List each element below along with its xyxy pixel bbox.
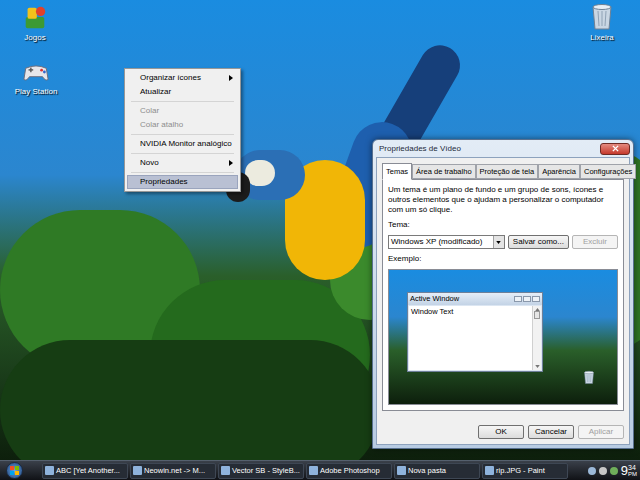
theme-button[interactable]: Salvar como... <box>508 235 569 249</box>
windows-logo-icon <box>10 466 19 475</box>
preview-scrollbar <box>532 306 541 371</box>
submenu-arrow-icon <box>229 160 233 166</box>
desktop-icon-label: Play Station <box>15 86 58 98</box>
desktop-icon[interactable]: Lixeira <box>582 2 622 44</box>
task-icon <box>485 466 494 475</box>
task-list: ABC [Yet Another...Neowin.net -> M...Vec… <box>42 463 568 479</box>
start-button[interactable] <box>6 462 23 479</box>
recycle-bin-icon <box>583 370 595 384</box>
menu-item[interactable]: Atualizar <box>127 85 238 99</box>
preview-max-button <box>523 296 531 302</box>
task-icon <box>133 466 142 475</box>
task-button[interactable]: Adobe Photoshop <box>306 463 392 479</box>
theme-row: Windows XP (modificado)Salvar como...Exc… <box>388 235 618 249</box>
task-icon <box>397 466 406 475</box>
tab-bar: TemasÁrea de trabalhoProteção de telaApa… <box>382 163 624 179</box>
task-icon <box>221 466 230 475</box>
preview-title-bar: Active Window <box>408 293 542 304</box>
games-icon <box>22 4 48 30</box>
preview-window-body: Window Text <box>409 306 541 371</box>
menu-separator <box>131 134 234 135</box>
menu-group: Novo <box>127 151 238 170</box>
clock[interactable]: 934PM <box>621 464 637 478</box>
preview-label: Exemplo: <box>388 253 618 265</box>
task-button[interactable]: Vector SB - StyleB... <box>218 463 304 479</box>
tray-icon[interactable] <box>588 467 596 475</box>
title-bar[interactable]: Propriedades de Vídeo <box>376 140 630 157</box>
task-button[interactable]: Neowin.net -> M... <box>130 463 216 479</box>
desktop-icon-label: Jogos <box>24 32 45 44</box>
preview-window: Active Window Window Text <box>407 292 543 372</box>
dialog-buttons: OK Cancelar Aplicar <box>382 411 624 439</box>
theme-button[interactable]: Excluir <box>572 235 618 249</box>
gamepad-icon <box>22 60 50 84</box>
menu-item[interactable]: Colar <box>127 104 238 118</box>
menu-item[interactable]: Colar atalho <box>127 118 238 132</box>
menu-group: Organizar íconesAtualizar <box>127 71 238 99</box>
context-menu: Organizar íconesAtualizarColarColar atal… <box>124 68 241 192</box>
menu-separator <box>131 172 234 173</box>
desktop-icon[interactable]: Jogos <box>12 4 58 44</box>
tray-icon[interactable] <box>610 467 618 475</box>
menu-item[interactable]: Organizar ícones <box>127 71 238 85</box>
menu-separator <box>131 101 234 102</box>
menu-group: Propriedades <box>127 170 238 189</box>
theme-label: Tema: <box>388 219 618 231</box>
menu-separator <box>131 153 234 154</box>
desktop-icon[interactable]: Play Station <box>8 60 64 98</box>
preview-min-button <box>514 296 522 302</box>
theme-select[interactable]: Windows XP (modificado) <box>388 235 505 249</box>
tab[interactable]: Configurações <box>580 164 636 179</box>
scroll-down-icon <box>535 365 540 368</box>
task-button[interactable]: rip.JPG - Paint <box>482 463 568 479</box>
screen: Jogos Play Station Lixeira Organizar ícones… <box>0 0 640 480</box>
task-icon <box>45 466 54 475</box>
recycle-bin-icon <box>590 2 614 30</box>
tab[interactable]: Aparência <box>538 164 580 179</box>
menu-item[interactable]: Propriedades <box>127 175 238 189</box>
task-button[interactable]: Nova pasta <box>394 463 480 479</box>
dialog-button[interactable]: Cancelar <box>528 425 574 439</box>
task-button[interactable]: ABC [Yet Another... <box>42 463 128 479</box>
tab[interactable]: Temas <box>382 163 412 180</box>
close-button[interactable] <box>600 143 630 155</box>
menu-group: NVIDIA Monitor analógico <box>127 132 238 151</box>
window-title: Propriedades de Vídeo <box>379 143 461 155</box>
menu-item[interactable]: NVIDIA Monitor analógico <box>127 137 238 151</box>
desktop-icon-label: Lixeira <box>590 32 614 44</box>
system-tray: 934PM <box>588 464 640 478</box>
tab[interactable]: Área de trabalho <box>412 164 475 179</box>
menu-group: ColarColar atalho <box>127 99 238 132</box>
dialog-button[interactable]: Aplicar <box>578 425 624 439</box>
taskbar: ABC [Yet Another...Neowin.net -> M...Vec… <box>0 460 640 480</box>
submenu-arrow-icon <box>229 75 233 81</box>
close-icon <box>612 145 619 152</box>
theme-preview: Active Window Window Text <box>388 269 618 405</box>
dialog-button[interactable]: OK <box>478 425 524 439</box>
display-properties-dialog: Propriedades de Vídeo TemasÁrea de trabal… <box>372 139 634 449</box>
wallpaper-foliage <box>0 340 380 460</box>
menu-item[interactable]: Novo <box>127 156 238 170</box>
tray-icon[interactable] <box>599 467 607 475</box>
tab-panel: Um tema é um plano de fundo e um grupo d… <box>382 179 624 411</box>
desktop: Jogos Play Station Lixeira Organizar ícones… <box>0 0 640 460</box>
tab[interactable]: Proteção de tela <box>476 164 539 179</box>
dropdown-arrow-icon <box>496 241 501 244</box>
dialog-body: TemasÁrea de trabalhoProteção de telaApa… <box>376 157 630 445</box>
theme-description: Um tema é um plano de fundo e um grupo d… <box>388 185 618 215</box>
task-icon <box>309 466 318 475</box>
preview-close-button <box>532 296 540 302</box>
